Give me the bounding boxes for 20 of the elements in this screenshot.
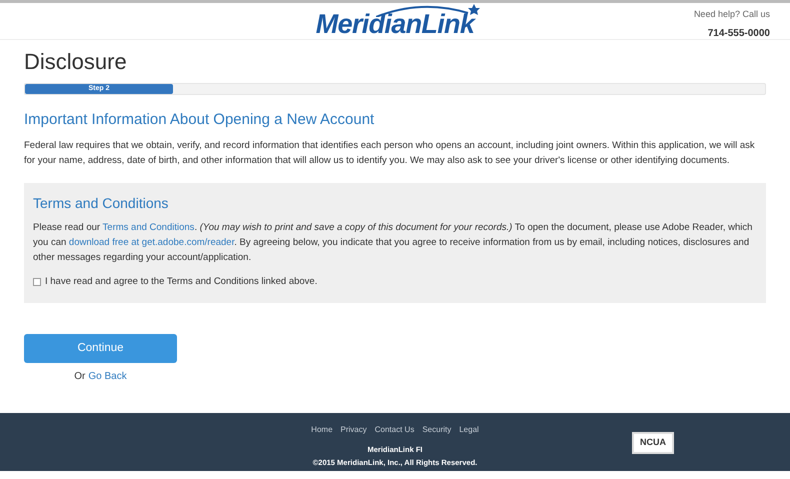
go-back-link[interactable]: Go Back [88,368,127,384]
footer-link[interactable]: Legal [459,424,479,436]
footer-link[interactable]: Contact Us [374,424,414,436]
agree-checkbox[interactable] [33,278,41,286]
logo[interactable]: MeridianLink [316,9,474,39]
or-text: Or [74,370,86,384]
notice-paragraph: Federal law requires that we obtain, verify, and record information that identifies each person who opens an account, including joint owners. Within this application, we will ask for your name, address, date of birth, and other information that will allow us to identify you. We may also ask to see your driver's license or other identifying documents. [24,138,756,168]
section-heading: Important Information About Opening a New Account [24,110,376,130]
terms-heading: Terms and Conditions [33,194,170,212]
agree-label: I have read and agree to the Terms and Conditions linked above. [45,274,318,288]
footer-link[interactable]: Security [422,424,452,436]
ncua-badge: NCUA [632,432,674,454]
help-text: Need help? Call us [694,8,770,21]
footer-link[interactable]: Privacy [340,424,367,436]
page-title: Disclosure [24,48,128,76]
terms-link[interactable]: download free at get.adobe.com/reader [68,236,234,248]
phone-number: 714-555-0000 [706,26,770,40]
terms-paragraph: Please read our Terms and Conditions. (You may wish to print and save a copy of this document for your records.) To open the document, please use Adobe Reader, which you can download free at get.adobe.com/reader. By agreeing below, you indicate that you agree to receive information from us by email, including notices, disclosures and other messages regarding your account/application. [33,220,754,264]
footer-link[interactable]: Home [311,424,333,436]
terms-link[interactable]: Terms and Conditions [102,222,194,232]
